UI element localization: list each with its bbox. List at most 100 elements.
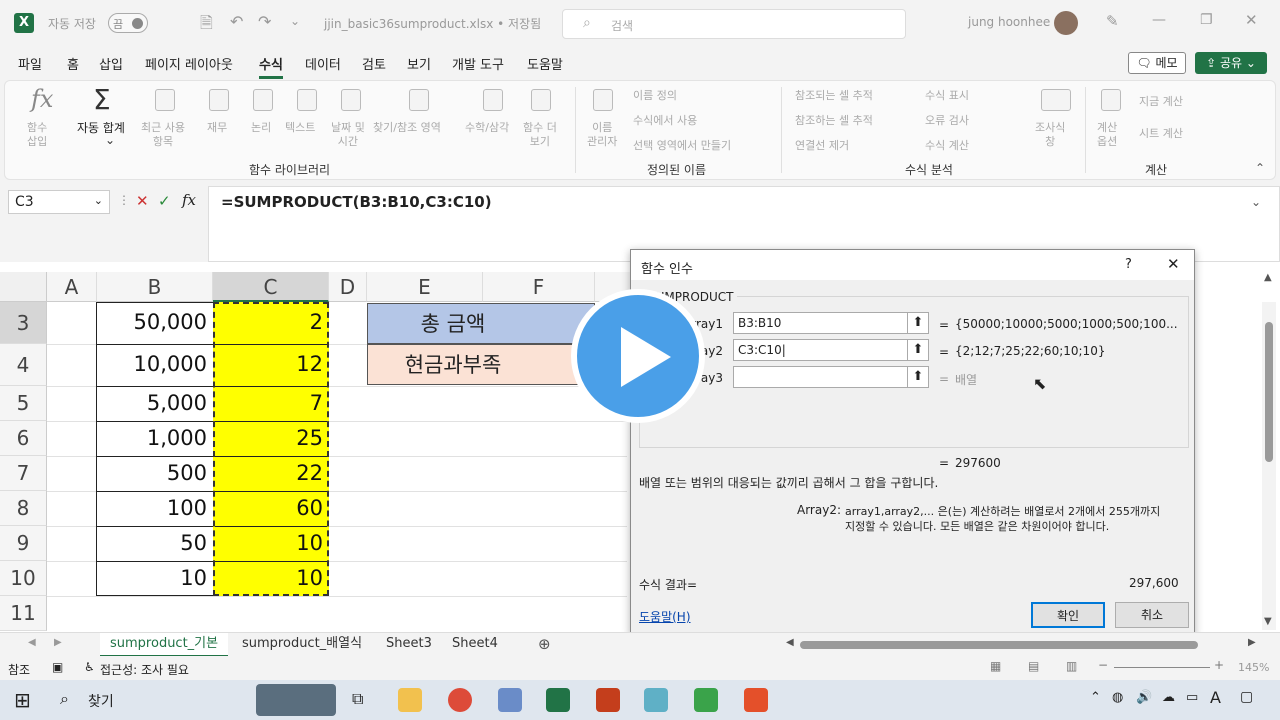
array2-input[interactable]: C3:C10| [733,339,909,361]
close-icon[interactable]: ✕ [1245,11,1258,29]
array3-input[interactable] [733,366,909,388]
select-all-corner[interactable] [0,272,47,302]
column-header-b[interactable]: B [97,272,213,302]
create-from-selection-label[interactable]: 선택 영역에서 만들기 [633,139,731,153]
array2-collapse-icon[interactable]: ⬆ [907,339,929,361]
menu-review[interactable]: 검토 [362,54,386,73]
tray-network-icon[interactable]: ◍ [1112,690,1123,705]
add-sheet-icon[interactable]: ⊕ [538,635,551,653]
cell-c5[interactable]: 7 [213,391,329,415]
sheet-tab-basic[interactable]: sumproduct_기본 [100,633,229,657]
watch-window-label[interactable]: 조사식 창 [1035,121,1065,149]
row-header-7[interactable]: 7 [0,456,47,491]
name-box-dropdown-icon[interactable]: ⌄ [94,194,103,207]
lookup-label[interactable]: 찾기/참조 영역 [373,121,441,135]
h-scroll-right-icon[interactable]: ▶ [1248,637,1256,648]
horizontal-scroll-thumb[interactable] [800,641,1198,649]
menu-formulas[interactable]: 수식 [259,54,283,79]
scroll-thumb[interactable] [1265,322,1273,462]
tray-cloud-icon[interactable]: ☁ [1162,690,1175,705]
fx-insert-icon[interactable]: fx [31,85,53,113]
calc-options-label[interactable]: 계산 옵션 [1097,121,1117,149]
text-label[interactable]: 텍스트 [285,121,315,135]
excel-taskbar-icon[interactable] [546,688,570,712]
show-formulas-label[interactable]: 수식 표시 [925,89,969,103]
cell-b8[interactable]: 100 [97,496,213,520]
formula-expand-icon[interactable]: ⌄ [1251,195,1261,209]
cell-b6[interactable]: 1,000 [97,426,213,450]
remove-arrows-label[interactable]: 연결선 제거 [795,139,849,153]
row-header-9[interactable]: 9 [0,526,47,561]
next-sheet-icon[interactable]: ▶ [54,637,62,648]
collapse-ribbon-icon[interactable]: ⌃ [1255,161,1265,175]
taskbar-search-icon[interactable]: ⌕ [60,689,69,709]
autosum-dropdown-icon[interactable]: ⌄ [105,133,115,147]
vertical-scrollbar[interactable]: ▲ ▼ [1262,272,1276,630]
array3-collapse-icon[interactable]: ⬆ [907,366,929,388]
autosave-toggle[interactable]: 끔 [108,13,148,33]
cell-c6[interactable]: 25 [213,426,329,450]
cell-c9[interactable]: 10 [213,531,329,555]
cell-b7[interactable]: 500 [97,461,213,485]
insert-function-label[interactable]: 함수 삽입 [27,121,47,149]
row-header-5[interactable]: 5 [0,386,47,421]
menu-page-layout[interactable]: 페이지 레이아웃 [145,54,233,73]
save-icon[interactable]: 🗎 [200,12,213,39]
page-break-icon[interactable]: ▥ [1066,659,1077,673]
chrome-icon[interactable] [448,688,472,712]
zoom-slider[interactable] [1114,667,1210,668]
restore-icon[interactable]: ❐ [1200,12,1213,28]
menu-help[interactable]: 도움말 [527,54,563,73]
row-header-6[interactable]: 6 [0,421,47,456]
redo-icon[interactable]: ↷ [258,12,271,31]
row-header-4[interactable]: 4 [0,344,47,386]
taskbar-search-label[interactable]: 찾기 [88,691,114,711]
sheet-tab-3[interactable]: Sheet3 [376,633,442,657]
pen-icon[interactable]: ✎ [1106,12,1119,30]
cell-c7[interactable]: 22 [213,461,329,485]
zoom-out-icon[interactable]: − [1098,658,1108,672]
autosum-label[interactable]: 자동 합계 [77,121,125,135]
help-link[interactable]: 도움말(H) [639,608,691,625]
array1-input[interactable]: B3:B10 [733,312,909,334]
cell-b10[interactable]: 10 [97,566,213,590]
cancel-button[interactable]: 취소 [1115,602,1189,628]
sheet-tab-4[interactable]: Sheet4 [442,633,508,657]
memo-button[interactable]: 🗨 메모 [1128,52,1186,74]
cell-b5[interactable]: 5,000 [97,391,213,415]
use-in-formula-label[interactable]: 수식에서 사용 [633,114,697,128]
evaluate-formula-label[interactable]: 수식 계산 [925,139,969,153]
sheet-tab-array[interactable]: sumproduct_배열식 [232,633,372,657]
tray-display-icon[interactable]: ▭ [1186,690,1198,705]
cell-c3[interactable]: 2 [213,310,329,334]
cancel-icon[interactable]: ✕ [136,192,149,210]
menu-view[interactable]: 보기 [407,54,431,73]
avatar[interactable] [1054,11,1078,35]
column-header-d[interactable]: D [329,272,367,302]
row-header-10[interactable]: 10 [0,561,47,596]
recent-label[interactable]: 최근 사용 항목 [141,121,185,149]
trace-dependents-label[interactable]: 참조하는 셀 추적 [795,114,873,128]
normal-view-icon[interactable]: ▦ [990,659,1001,673]
column-header-c[interactable]: C [213,272,329,302]
dialog-titlebar[interactable] [631,250,1194,280]
cell-c8[interactable]: 60 [213,496,329,520]
accessibility-status[interactable]: 접근성: 조사 필요 [100,661,189,678]
macro-icon[interactable]: ▣ [52,660,63,674]
input-language[interactable]: A [1210,688,1221,707]
cell-b3[interactable]: 50,000 [97,310,213,334]
page-layout-icon[interactable]: ▤ [1028,659,1039,673]
column-header-f[interactable]: F [483,272,595,302]
math-label[interactable]: 수학/삼각 [465,121,509,135]
play-button[interactable] [571,289,705,423]
menu-insert[interactable]: 삽입 [99,54,123,73]
notepad-icon[interactable] [644,688,668,712]
app-icon[interactable] [498,688,522,712]
cell-b9[interactable]: 50 [97,531,213,555]
menu-data[interactable]: 데이터 [305,54,341,73]
calc-sheet-label[interactable]: 시트 계산 [1139,127,1183,141]
dialog-close-icon[interactable]: ✕ [1167,255,1180,273]
row-header-11[interactable]: 11 [0,596,47,631]
array1-collapse-icon[interactable]: ⬆ [907,312,929,334]
menu-developer[interactable]: 개발 도구 [452,54,504,73]
